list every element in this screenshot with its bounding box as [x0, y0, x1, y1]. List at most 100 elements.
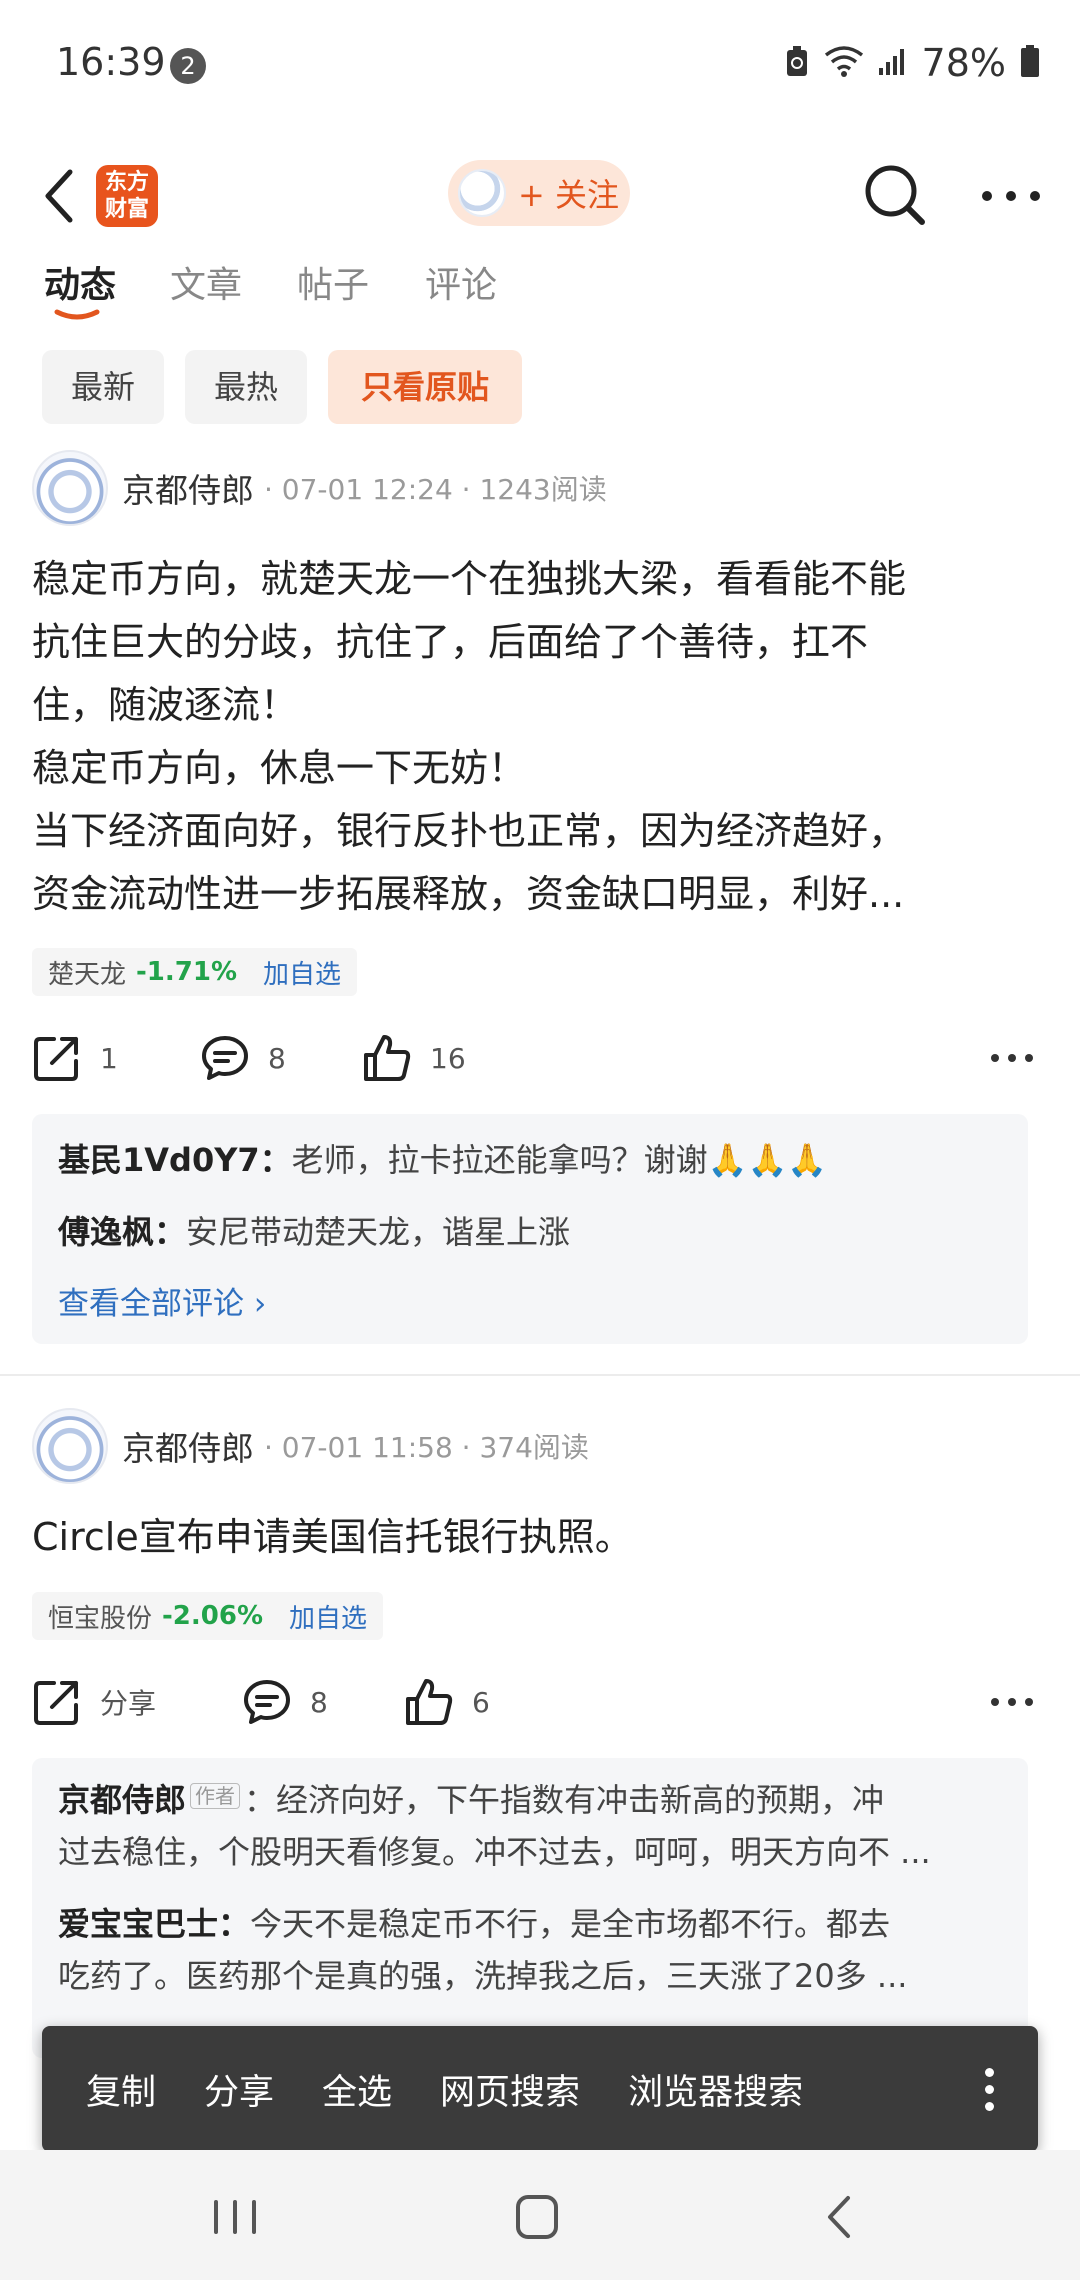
logo-text-bottom: 财富 — [104, 197, 149, 222]
post-body[interactable]: 稳定币方向，就楚天龙一个在独挑大梁，看看能不能 抗住巨大的分歧，抗住了，后面给了… — [32, 548, 1042, 926]
text-selection-menu: 复制 分享 全选 网页搜索 浏览器搜索 — [42, 2026, 1038, 2152]
filter-latest[interactable]: 最新 — [42, 350, 164, 424]
filter-hottest[interactable]: 最热 — [185, 350, 307, 424]
like-button[interactable]: 6 — [404, 1670, 490, 1734]
comment-icon — [202, 1036, 248, 1080]
post-actions: 分享 8 6 — [32, 1670, 1042, 1734]
content-tabs: 动态 文章 帖子 评论 — [0, 240, 1080, 340]
thumbs-up-icon — [406, 1679, 453, 1725]
status-time: 16:39 — [56, 40, 166, 84]
recycle-icon — [784, 44, 810, 82]
stock-change: -1.71% — [136, 957, 238, 987]
stock-name: 楚天龙 — [48, 959, 127, 990]
search-icon — [865, 165, 925, 225]
avatar[interactable] — [32, 450, 108, 526]
comments-preview: 基民1Vd0Y7：老师，拉卡拉还能拿吗？谢谢🙏🙏🙏 傅逸枫：安尼带动楚天龙，谐星… — [32, 1114, 1028, 1344]
battery-icon — [1020, 44, 1040, 82]
tab-active-indicator — [54, 309, 100, 320]
comment-item[interactable]: 京都侍郎 作者 ：经济向好，下午指数有冲击新高的预期，冲 过去稳住，个股明天看修复。… — [58, 1774, 1008, 1878]
tab-articles[interactable]: 文章 — [170, 256, 242, 308]
post-actions: 1 8 16 — [32, 1026, 1042, 1090]
comment-text: 安尼带动楚天龙，谐星上涨 — [186, 1213, 571, 1251]
add-watchlist-button[interactable]: 加自选 — [289, 1598, 367, 1635]
battery-percent: 78% — [921, 41, 1006, 85]
author-name[interactable]: 京都侍郎 — [122, 464, 254, 512]
author-name[interactable]: 京都侍郎 — [122, 1422, 254, 1470]
share-icon — [34, 1037, 78, 1081]
follow-button[interactable]: + 关注 — [448, 160, 630, 226]
comment-item[interactable]: 傅逸枫：安尼带动楚天龙，谐星上涨 — [58, 1206, 1008, 1258]
tab-posts[interactable]: 帖子 — [297, 256, 369, 308]
post-body[interactable]: Circle宣布申请美国信托银行执照。 — [32, 1506, 1042, 1569]
menu-web-search[interactable]: 网页搜索 — [416, 2064, 604, 2115]
signal-icon — [878, 46, 908, 80]
logo-text-top: 东方 — [104, 170, 149, 195]
comment-count: 8 — [268, 1041, 286, 1075]
stock-tag[interactable]: 恒宝股份 -2.06% 加自选 — [32, 1592, 384, 1640]
share-count: 1 — [100, 1041, 118, 1075]
menu-share[interactable]: 分享 — [180, 2064, 298, 2115]
comment-button[interactable]: 8 — [200, 1026, 286, 1090]
comment-text-cont: 吃药了。医药那个是真的强，洗掉我之后，三天涨了20多 ... — [58, 1957, 908, 1995]
menu-more-dot — [985, 2084, 994, 2094]
more-dots-icon — [991, 1054, 1033, 1062]
status-bar: 16:39 2 78% — [0, 0, 1080, 130]
post-header[interactable]: 京都侍郎 · 07-01 12:24 · 1243阅读 — [32, 450, 607, 526]
back-button[interactable] — [40, 166, 80, 226]
comment-item[interactable]: 爱宝宝巴士：今天不是稳定币不行，是全市场都不行。都去 吃药了。医药那个是真的强，… — [58, 1898, 1008, 2002]
share-button[interactable]: 分享 — [32, 1670, 156, 1734]
post-line: 住，随波逐流！ — [32, 683, 299, 727]
post-more-button[interactable] — [990, 1026, 1034, 1090]
like-count: 6 — [472, 1685, 490, 1719]
post-line: 当下经济面向好，银行反扑也正常，因为经济趋好， — [32, 809, 907, 853]
recent-apps-icon — [214, 2200, 256, 2234]
comment-button[interactable]: 8 — [242, 1670, 328, 1734]
post-line: 资金流动性进一步拓展释放，资金缺口明显，利好... — [32, 872, 905, 916]
comment-text: ：经济向好，下午指数有冲击新高的预期，冲 — [244, 1781, 885, 1819]
add-watchlist-button[interactable]: 加自选 — [263, 954, 341, 991]
avatar[interactable] — [32, 1408, 108, 1484]
tab-dynamic[interactable]: 动态 — [44, 256, 116, 308]
status-icons: 78% — [784, 40, 1040, 86]
system-back-button[interactable] — [804, 2184, 874, 2250]
follow-label: + 关注 — [518, 176, 619, 214]
comment-user[interactable]: 爱宝宝巴士： — [58, 1905, 250, 1943]
thumbs-up-icon — [364, 1035, 411, 1081]
more-dots-icon — [982, 191, 1040, 201]
comment-text: 今天不是稳定币不行，是全市场都不行。都去 — [250, 1905, 891, 1943]
menu-more-button[interactable] — [985, 2067, 994, 2111]
post-more-button[interactable] — [990, 1670, 1034, 1734]
post-line: Circle宣布申请美国信托银行执照。 — [32, 1515, 633, 1559]
comment-user[interactable]: 傅逸枫： — [58, 1213, 186, 1251]
menu-copy[interactable]: 复制 — [42, 2064, 180, 2115]
comment-text: 老师，拉卡拉还能拿吗？谢谢🙏🙏🙏 — [291, 1141, 828, 1179]
like-button[interactable]: 16 — [362, 1026, 466, 1090]
comment-count: 8 — [310, 1685, 328, 1719]
recent-apps-button[interactable] — [200, 2184, 270, 2250]
comment-item[interactable]: 基民1Vd0Y7：老师，拉卡拉还能拿吗？谢谢🙏🙏🙏 — [58, 1134, 1008, 1186]
home-button[interactable] — [502, 2184, 572, 2250]
author-tag: 作者 — [190, 1783, 241, 1809]
stock-tag[interactable]: 楚天龙 -1.71% 加自选 — [32, 948, 358, 996]
divider — [0, 1374, 1080, 1376]
see-all-comments-link[interactable]: 查看全部评论 › — [58, 1278, 266, 1323]
wifi-icon — [824, 45, 864, 81]
menu-select-all[interactable]: 全选 — [298, 2064, 416, 2115]
comment-user[interactable]: 京都侍郎 — [58, 1781, 186, 1819]
filter-original-only[interactable]: 只看原贴 — [328, 350, 522, 424]
tab-comments[interactable]: 评论 — [425, 256, 497, 308]
more-options-button[interactable] — [975, 160, 1047, 232]
post-meta: · 07-01 11:58 · 374阅读 — [264, 1431, 589, 1464]
home-icon — [516, 2195, 558, 2239]
share-label: 分享 — [100, 1687, 157, 1720]
post-line: 抗住巨大的分歧，抗住了，后面给了个善待，扛不 — [32, 620, 869, 664]
comment-user[interactable]: 基民1Vd0Y7： — [58, 1141, 292, 1179]
search-button[interactable] — [858, 160, 930, 232]
stock-change: -2.06% — [162, 1601, 264, 1631]
menu-browser-search[interactable]: 浏览器搜索 — [604, 2064, 827, 2115]
back-arrow-icon — [45, 169, 73, 223]
post-line: 稳定币方向，休息一下无妨！ — [32, 746, 527, 790]
comments-preview: 京都侍郎 作者 ：经济向好，下午指数有冲击新高的预期，冲 过去稳住，个股明天看修复。… — [32, 1758, 1028, 2058]
post-header[interactable]: 京都侍郎 · 07-01 11:58 · 374阅读 — [32, 1408, 589, 1484]
share-button[interactable]: 1 — [32, 1026, 118, 1090]
